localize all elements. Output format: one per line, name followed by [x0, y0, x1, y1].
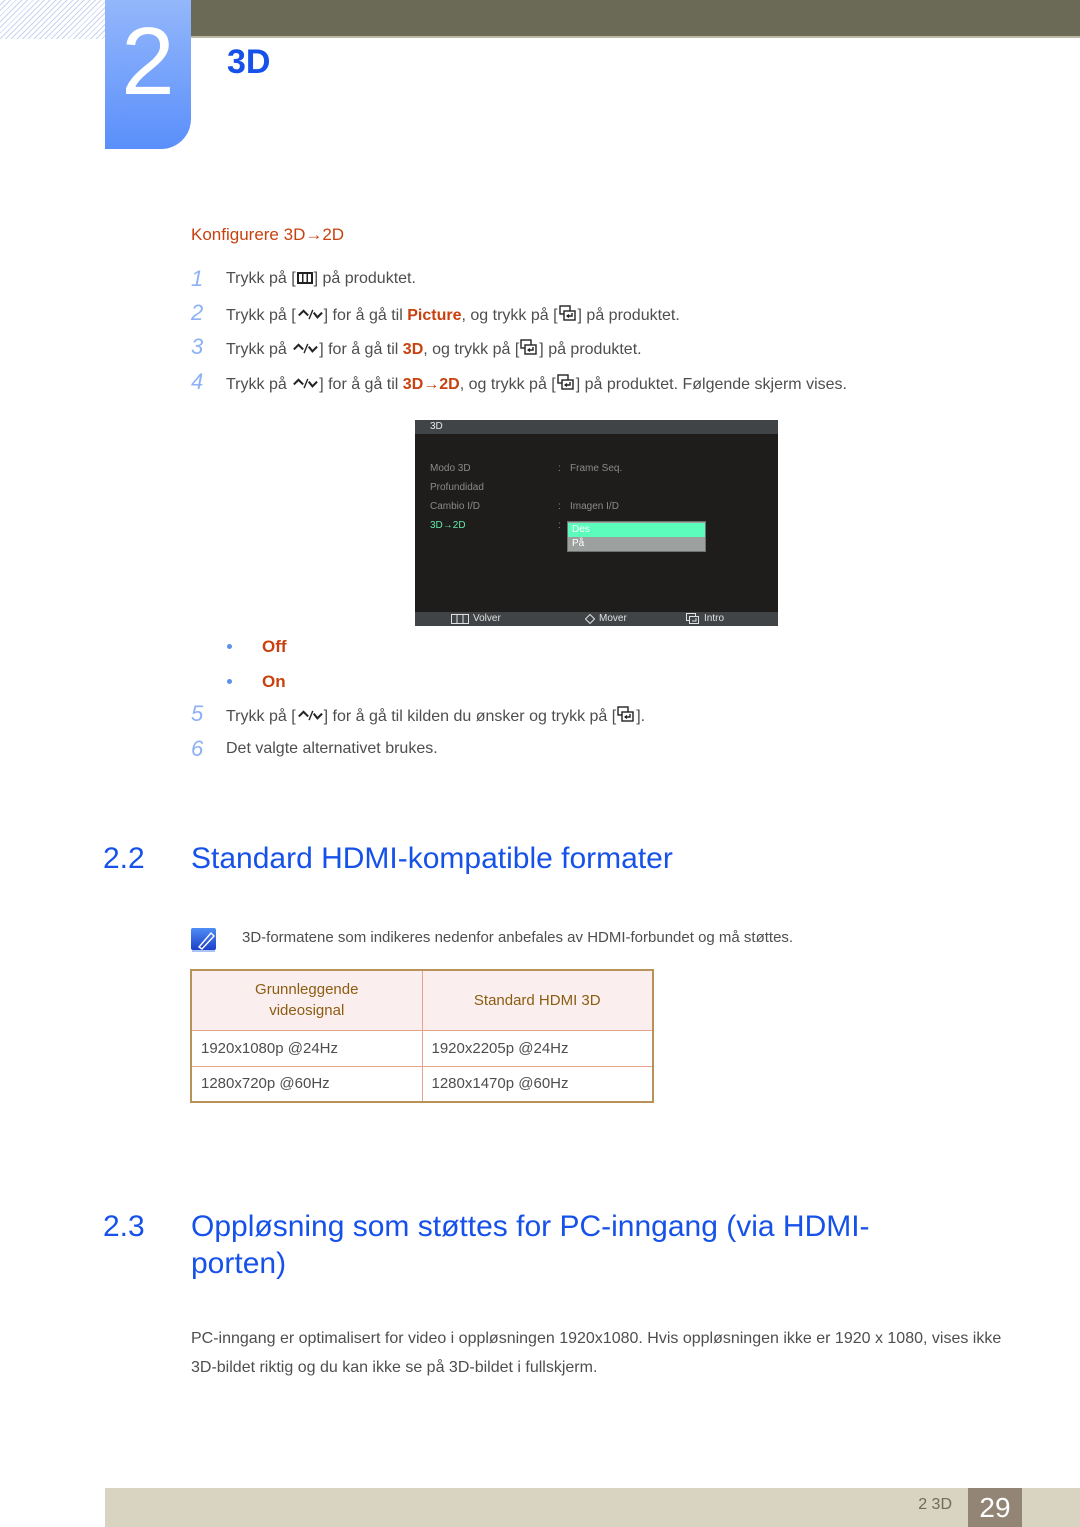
up-down-key-icon — [292, 341, 318, 356]
enter-key-icon — [559, 304, 577, 322]
step-text: Trykk på [ — [226, 270, 296, 287]
table-row: 1280x720p @60Hz 1280x1470p @60Hz — [191, 1066, 654, 1103]
option-label: On — [262, 672, 286, 691]
osd-row-label: 3D→2D — [430, 520, 466, 531]
osd-move: Mover — [585, 613, 627, 624]
chapter-title: 3D — [227, 43, 271, 81]
bullet-dot — [227, 679, 232, 684]
step-text: ] for å gå til — [319, 376, 403, 393]
note-pencil-icon — [191, 928, 216, 952]
table-cell: 1920x1080p @24Hz — [191, 1030, 423, 1067]
enter-key-icon — [557, 373, 575, 391]
osd-option-off: Des — [568, 523, 705, 537]
table-row: 1920x1080p @24Hz 1920x2205p @24Hz — [191, 1030, 654, 1067]
section-title-line2: porten) — [191, 1247, 287, 1280]
table-cell: 1920x2205p @24Hz — [422, 1030, 654, 1067]
osd-colon: : — [558, 501, 561, 512]
step-text: ] på produktet. — [577, 307, 680, 324]
enter-icon — [686, 613, 699, 624]
step-text: ] for å gå til — [319, 341, 403, 358]
osd-colon: : — [558, 520, 561, 531]
step-text: , og trykk på [ — [461, 307, 558, 324]
section-title: Standard HDMI-kompatible formater — [191, 842, 673, 875]
osd-title: 3D — [415, 420, 778, 434]
step-text: ] for å gå til — [323, 307, 408, 324]
step-text: , og trykk på [ — [459, 376, 556, 393]
step-text: ]. — [636, 708, 646, 725]
page-footer: 2 3D 29 — [105, 1488, 1080, 1527]
table-header-hdmi3d: Standard HDMI 3D — [422, 970, 654, 1031]
step-number: 1 — [191, 266, 204, 291]
osd-footer: Volver Mover Intro — [415, 612, 778, 626]
chapter-tab: 2 — [105, 0, 191, 149]
osd-back-label: Volver — [473, 613, 501, 624]
enter-key-icon — [617, 705, 635, 723]
body-paragraph: PC-inngang er optimalisert for video i o… — [191, 1330, 1002, 1376]
hdmi-format-table: Grunnleggende videosignal Standard HDMI … — [190, 969, 654, 1103]
table-header-basic: Grunnleggende videosignal — [191, 970, 423, 1031]
up-down-key-icon — [297, 708, 323, 723]
step-number: 4 — [191, 369, 204, 394]
osd-back: Volver — [451, 613, 501, 624]
step-number: 6 — [191, 736, 204, 761]
osd-move-label: Mover — [599, 613, 627, 624]
up-down-key-icon — [297, 307, 323, 322]
table-header-row: Grunnleggende videosignal Standard HDMI … — [191, 970, 654, 1031]
step-number: 3 — [191, 334, 204, 359]
menu-target-highlight: Picture — [407, 307, 462, 324]
step-text: ] for å gå til kilden du ønsker og trykk… — [323, 708, 617, 725]
step-text: ] på produktet. — [313, 270, 416, 287]
osd-dropdown: Des På — [567, 521, 706, 552]
header-line: Grunnleggende — [255, 981, 359, 999]
menu-key-icon — [297, 271, 313, 285]
osd-menu-screenshot: 3D Modo 3D : Frame Seq. Profundidad Camb… — [415, 420, 778, 626]
option-label: Off — [262, 637, 287, 656]
up-down-key-icon — [292, 376, 318, 391]
osd-row-label: Cambio I/D — [430, 501, 481, 512]
osd-row-label: Modo 3D — [430, 463, 471, 474]
osd-row-value: Frame Seq. — [570, 463, 623, 474]
section-number: 2.3 — [103, 1210, 145, 1243]
menu-icon — [451, 613, 469, 624]
top-bar — [190, 0, 1080, 38]
osd-enter: Intro — [686, 613, 724, 624]
header-line: videosignal — [269, 1002, 345, 1020]
page-number: 29 — [968, 1488, 1022, 1527]
move-diamond-icon — [585, 613, 595, 624]
table-cell: 1280x720p @60Hz — [191, 1066, 423, 1103]
step-text: Trykk på — [226, 376, 292, 393]
note-text: 3D-formatene som indikeres nedenfor anbe… — [242, 929, 794, 946]
subsection-title: Konfigurere 3D→2D — [191, 225, 345, 244]
osd-option-on: På — [572, 538, 585, 549]
menu-target-highlight: 3D→2D — [402, 376, 460, 393]
bullet-dot — [227, 644, 232, 649]
section-number: 2.2 — [103, 842, 145, 875]
osd-enter-label: Intro — [704, 613, 725, 624]
step-text: Det valgte alternativet brukes. — [226, 740, 438, 757]
section-title-line1: Oppløsning som støttes for PC-inngang (v… — [191, 1210, 870, 1243]
chapter-number: 2 — [121, 8, 175, 115]
step-text: Trykk på — [226, 341, 292, 358]
osd-row-value: Imagen I/D — [570, 501, 619, 512]
step-number: 2 — [191, 300, 204, 325]
enter-key-icon — [520, 338, 538, 356]
step-text: ] på produktet. Følgende skjerm vises. — [575, 376, 847, 393]
step-text: Trykk på [ — [226, 708, 296, 725]
osd-row-label: Profundidad — [430, 482, 484, 493]
table-cell: 1280x1470p @60Hz — [422, 1066, 654, 1103]
step-text: Trykk på [ — [226, 307, 296, 324]
step-number: 5 — [191, 701, 204, 726]
decorative-hatch — [0, 0, 105, 39]
step-text: , og trykk på [ — [423, 341, 520, 358]
footer-section-label: 2 3D — [918, 1496, 952, 1513]
osd-colon: : — [558, 463, 561, 474]
step-text: ] på produktet. — [539, 341, 642, 358]
menu-target-highlight: 3D — [402, 341, 424, 358]
